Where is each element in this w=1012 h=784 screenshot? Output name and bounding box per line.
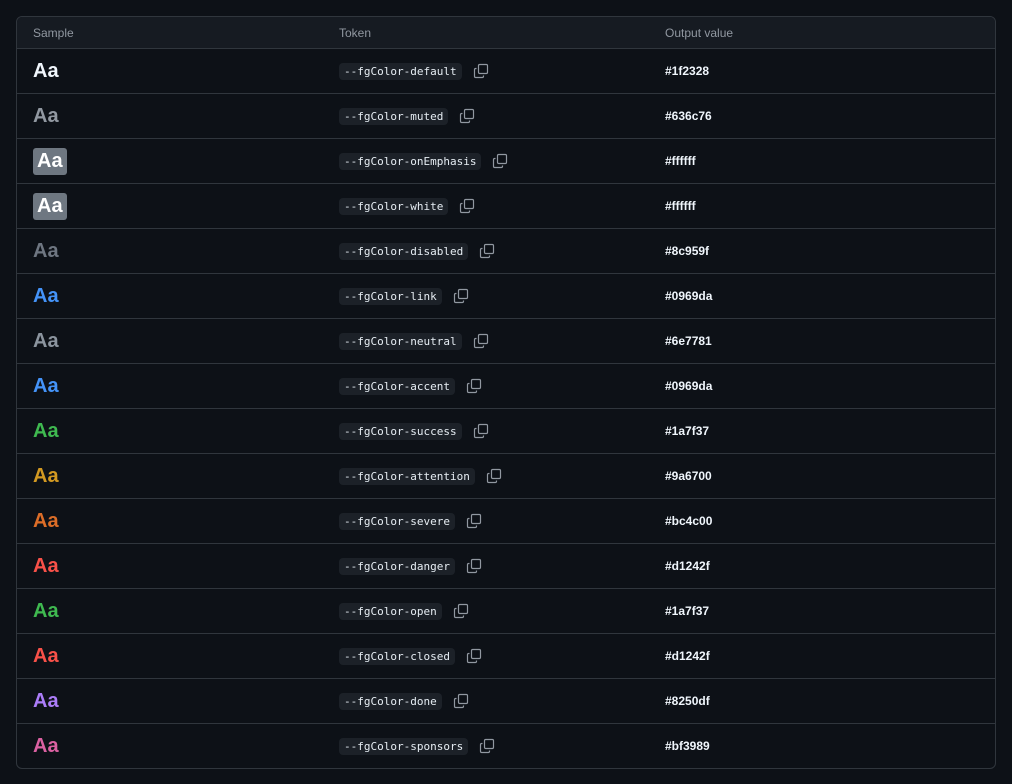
token-name: --fgColor-white bbox=[339, 197, 449, 215]
sample-text: Aa bbox=[33, 554, 59, 577]
copy-icon[interactable] bbox=[478, 737, 496, 755]
copy-icon[interactable] bbox=[472, 422, 490, 440]
copy-icon[interactable] bbox=[458, 197, 476, 215]
copy-icon[interactable] bbox=[465, 377, 483, 395]
sample-text: Aa bbox=[33, 419, 59, 442]
copy-icon[interactable] bbox=[491, 152, 509, 170]
token-name: --fgColor-sponsors bbox=[339, 737, 469, 755]
table-header: Sample Token Output value bbox=[17, 17, 995, 49]
output-value: #0969da bbox=[665, 289, 713, 303]
table-body: Aa --fgColor-default #1f2328 Aa --fgColo… bbox=[17, 49, 995, 768]
output-value: #8c959f bbox=[665, 244, 710, 258]
sample-text: Aa bbox=[33, 734, 59, 757]
token-name: --fgColor-done bbox=[339, 692, 442, 710]
table-row: Aa --fgColor-sponsors #bf3989 bbox=[17, 724, 995, 768]
token-name: --fgColor-onEmphasis bbox=[339, 152, 482, 170]
output-value: #1f2328 bbox=[665, 64, 710, 78]
copy-icon[interactable] bbox=[465, 512, 483, 530]
token-name: --fgColor-link bbox=[339, 287, 442, 305]
copy-icon[interactable] bbox=[458, 107, 476, 125]
token-name: --fgColor-default bbox=[339, 62, 462, 80]
output-value: #1a7f37 bbox=[665, 604, 710, 618]
table-row: Aa --fgColor-link #0969da bbox=[17, 274, 995, 319]
token-name: --fgColor-muted bbox=[339, 107, 449, 125]
table-row: Aa --fgColor-white #ffffff bbox=[17, 184, 995, 229]
sample-text: Aa bbox=[33, 104, 59, 127]
copy-icon[interactable] bbox=[485, 467, 503, 485]
table-row: Aa --fgColor-success #1a7f37 bbox=[17, 409, 995, 454]
sample-text: Aa bbox=[33, 599, 59, 622]
table-row: Aa --fgColor-done #8250df bbox=[17, 679, 995, 724]
table-row: Aa --fgColor-attention #9a6700 bbox=[17, 454, 995, 499]
color-token-table: Sample Token Output value Aa --fgColor-d… bbox=[16, 16, 996, 769]
table-row: Aa --fgColor-neutral #6e7781 bbox=[17, 319, 995, 364]
sample-text: Aa bbox=[33, 329, 59, 352]
output-value: #bc4c00 bbox=[665, 514, 713, 528]
sample-text: Aa bbox=[33, 59, 59, 82]
copy-icon[interactable] bbox=[465, 557, 483, 575]
table-row: Aa --fgColor-onEmphasis #ffffff bbox=[17, 139, 995, 184]
token-name: --fgColor-attention bbox=[339, 467, 475, 485]
table-row: Aa --fgColor-danger #d1242f bbox=[17, 544, 995, 589]
output-value: #d1242f bbox=[665, 649, 710, 663]
sample-text: Aa bbox=[33, 284, 59, 307]
sample-text: Aa bbox=[33, 464, 59, 487]
copy-icon[interactable] bbox=[465, 647, 483, 665]
output-value: #6e7781 bbox=[665, 334, 712, 348]
output-value: #d1242f bbox=[665, 559, 710, 573]
sample-text: Aa bbox=[33, 192, 67, 220]
output-value: #636c76 bbox=[665, 109, 712, 123]
table-row: Aa --fgColor-open #1a7f37 bbox=[17, 589, 995, 634]
table-row: Aa --fgColor-disabled #8c959f bbox=[17, 229, 995, 274]
sample-text: Aa bbox=[33, 374, 59, 397]
output-value: #ffffff bbox=[665, 199, 696, 213]
table-row: Aa --fgColor-default #1f2328 bbox=[17, 49, 995, 94]
header-sample: Sample bbox=[33, 25, 74, 40]
copy-icon[interactable] bbox=[472, 332, 490, 350]
sample-text: Aa bbox=[33, 239, 59, 262]
sample-text: Aa bbox=[33, 644, 59, 667]
token-name: --fgColor-neutral bbox=[339, 332, 462, 350]
token-name: --fgColor-severe bbox=[339, 512, 455, 530]
sample-text: Aa bbox=[33, 147, 67, 175]
table-row: Aa --fgColor-accent #0969da bbox=[17, 364, 995, 409]
copy-icon[interactable] bbox=[472, 62, 490, 80]
sample-text: Aa bbox=[33, 689, 59, 712]
header-token: Token bbox=[339, 25, 372, 40]
token-name: --fgColor-success bbox=[339, 422, 462, 440]
output-value: #0969da bbox=[665, 379, 713, 393]
copy-icon[interactable] bbox=[478, 242, 496, 260]
token-name: --fgColor-accent bbox=[339, 377, 455, 395]
token-name: --fgColor-danger bbox=[339, 557, 455, 575]
table-row: Aa --fgColor-severe #bc4c00 bbox=[17, 499, 995, 544]
header-output-value: Output value bbox=[665, 25, 734, 40]
sample-text: Aa bbox=[33, 509, 59, 532]
table-row: Aa --fgColor-closed #d1242f bbox=[17, 634, 995, 679]
copy-icon[interactable] bbox=[452, 287, 470, 305]
output-value: #bf3989 bbox=[665, 739, 710, 753]
copy-icon[interactable] bbox=[452, 692, 470, 710]
copy-icon[interactable] bbox=[452, 602, 470, 620]
token-name: --fgColor-disabled bbox=[339, 242, 469, 260]
table-row: Aa --fgColor-muted #636c76 bbox=[17, 94, 995, 139]
output-value: #1a7f37 bbox=[665, 424, 710, 438]
output-value: #8250df bbox=[665, 694, 710, 708]
token-name: --fgColor-open bbox=[339, 602, 442, 620]
output-value: #ffffff bbox=[665, 154, 696, 168]
token-name: --fgColor-closed bbox=[339, 647, 455, 665]
output-value: #9a6700 bbox=[665, 469, 712, 483]
